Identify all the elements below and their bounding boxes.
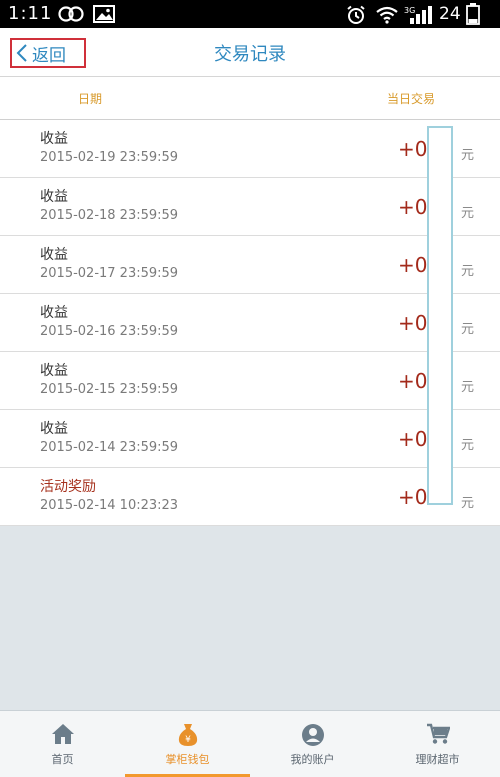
transaction-datetime: 2015-02-19 23:59:59	[40, 150, 179, 165]
status-time: 1:11	[8, 3, 53, 24]
transaction-unit: 元	[461, 380, 475, 395]
alarm-icon	[347, 5, 365, 24]
transaction-unit: 元	[461, 438, 475, 453]
nav-item-home[interactable]: 首页	[0, 711, 125, 777]
transaction-type: 收益	[40, 305, 68, 321]
column-amount-label: 当日交易	[387, 92, 436, 106]
nav-label-home: 首页	[51, 753, 74, 766]
transaction-datetime: 2015-02-17 23:59:59	[40, 266, 179, 281]
transaction-row[interactable]: 收益 2015-02-15 23:59:59 +0. 元	[0, 352, 500, 410]
transaction-type: 收益	[40, 247, 68, 263]
transaction-type: 活动奖励	[40, 479, 96, 495]
battery-icon	[466, 3, 480, 25]
sync-icon	[58, 6, 84, 22]
transaction-unit: 元	[461, 322, 475, 337]
signal-icon: 3G	[404, 6, 432, 24]
amount-mask-overlay	[427, 126, 453, 505]
transaction-row[interactable]: 收益 2015-02-17 23:59:59 +0. 元	[0, 236, 500, 294]
bottom-nav: 首页 ¥ 掌柜钱包 我的账户 理财超市	[0, 710, 500, 777]
transaction-datetime: 2015-02-14 23:59:59	[40, 440, 179, 455]
network-type: 3G	[404, 6, 415, 15]
transaction-type: 收益	[40, 131, 68, 147]
transaction-row[interactable]: 收益 2015-02-18 23:59:59 +0. 元	[0, 178, 500, 236]
transaction-datetime: 2015-02-14 10:23:23	[40, 498, 179, 513]
app-header: 返回 交易记录	[0, 28, 500, 77]
transaction-unit: 元	[461, 148, 475, 163]
transaction-type: 收益	[40, 421, 68, 437]
transaction-unit: 元	[461, 496, 475, 511]
transaction-datetime: 2015-02-18 23:59:59	[40, 208, 179, 223]
transaction-row[interactable]: 收益 2015-02-16 23:59:59 +0. 元	[0, 294, 500, 352]
transaction-datetime: 2015-02-15 23:59:59	[40, 382, 179, 397]
transaction-row[interactable]: 活动奖励 2015-02-14 10:23:23 +0. 元	[0, 468, 500, 526]
transaction-unit: 元	[461, 264, 475, 279]
transaction-datetime: 2015-02-16 23:59:59	[40, 324, 179, 339]
transaction-type: 收益	[40, 363, 68, 379]
transaction-row[interactable]: 收益 2015-02-19 23:59:59 +0. 元	[0, 120, 500, 178]
column-date-label: 日期	[78, 92, 103, 106]
nav-item-account[interactable]: 我的账户	[250, 711, 375, 777]
cart-icon	[426, 723, 450, 744]
nav-label-wallet: 掌柜钱包	[165, 753, 210, 766]
transaction-type: 收益	[40, 189, 68, 205]
wifi-icon	[376, 6, 398, 24]
column-header: 日期 当日交易	[0, 77, 500, 120]
nav-label-market: 理财超市	[415, 753, 460, 766]
nav-label-account: 我的账户	[290, 753, 335, 766]
status-bar: 1:11 3G 24	[0, 0, 500, 28]
battery-level: 24	[439, 4, 461, 24]
gallery-icon	[93, 5, 115, 23]
home-icon	[51, 724, 74, 744]
nav-item-wallet[interactable]: ¥ 掌柜钱包	[125, 711, 250, 777]
page-title: 交易记录	[214, 44, 286, 65]
account-icon	[301, 724, 324, 746]
transaction-row[interactable]: 收益 2015-02-14 23:59:59 +0. 元	[0, 410, 500, 468]
svg-text:¥: ¥	[185, 735, 191, 745]
nav-item-market[interactable]: 理财超市	[375, 711, 500, 777]
transaction-list: 收益 2015-02-19 23:59:59 +0. 元 收益 2015-02-…	[0, 120, 500, 526]
transaction-unit: 元	[461, 206, 475, 221]
money-bag-icon: ¥	[178, 724, 197, 746]
